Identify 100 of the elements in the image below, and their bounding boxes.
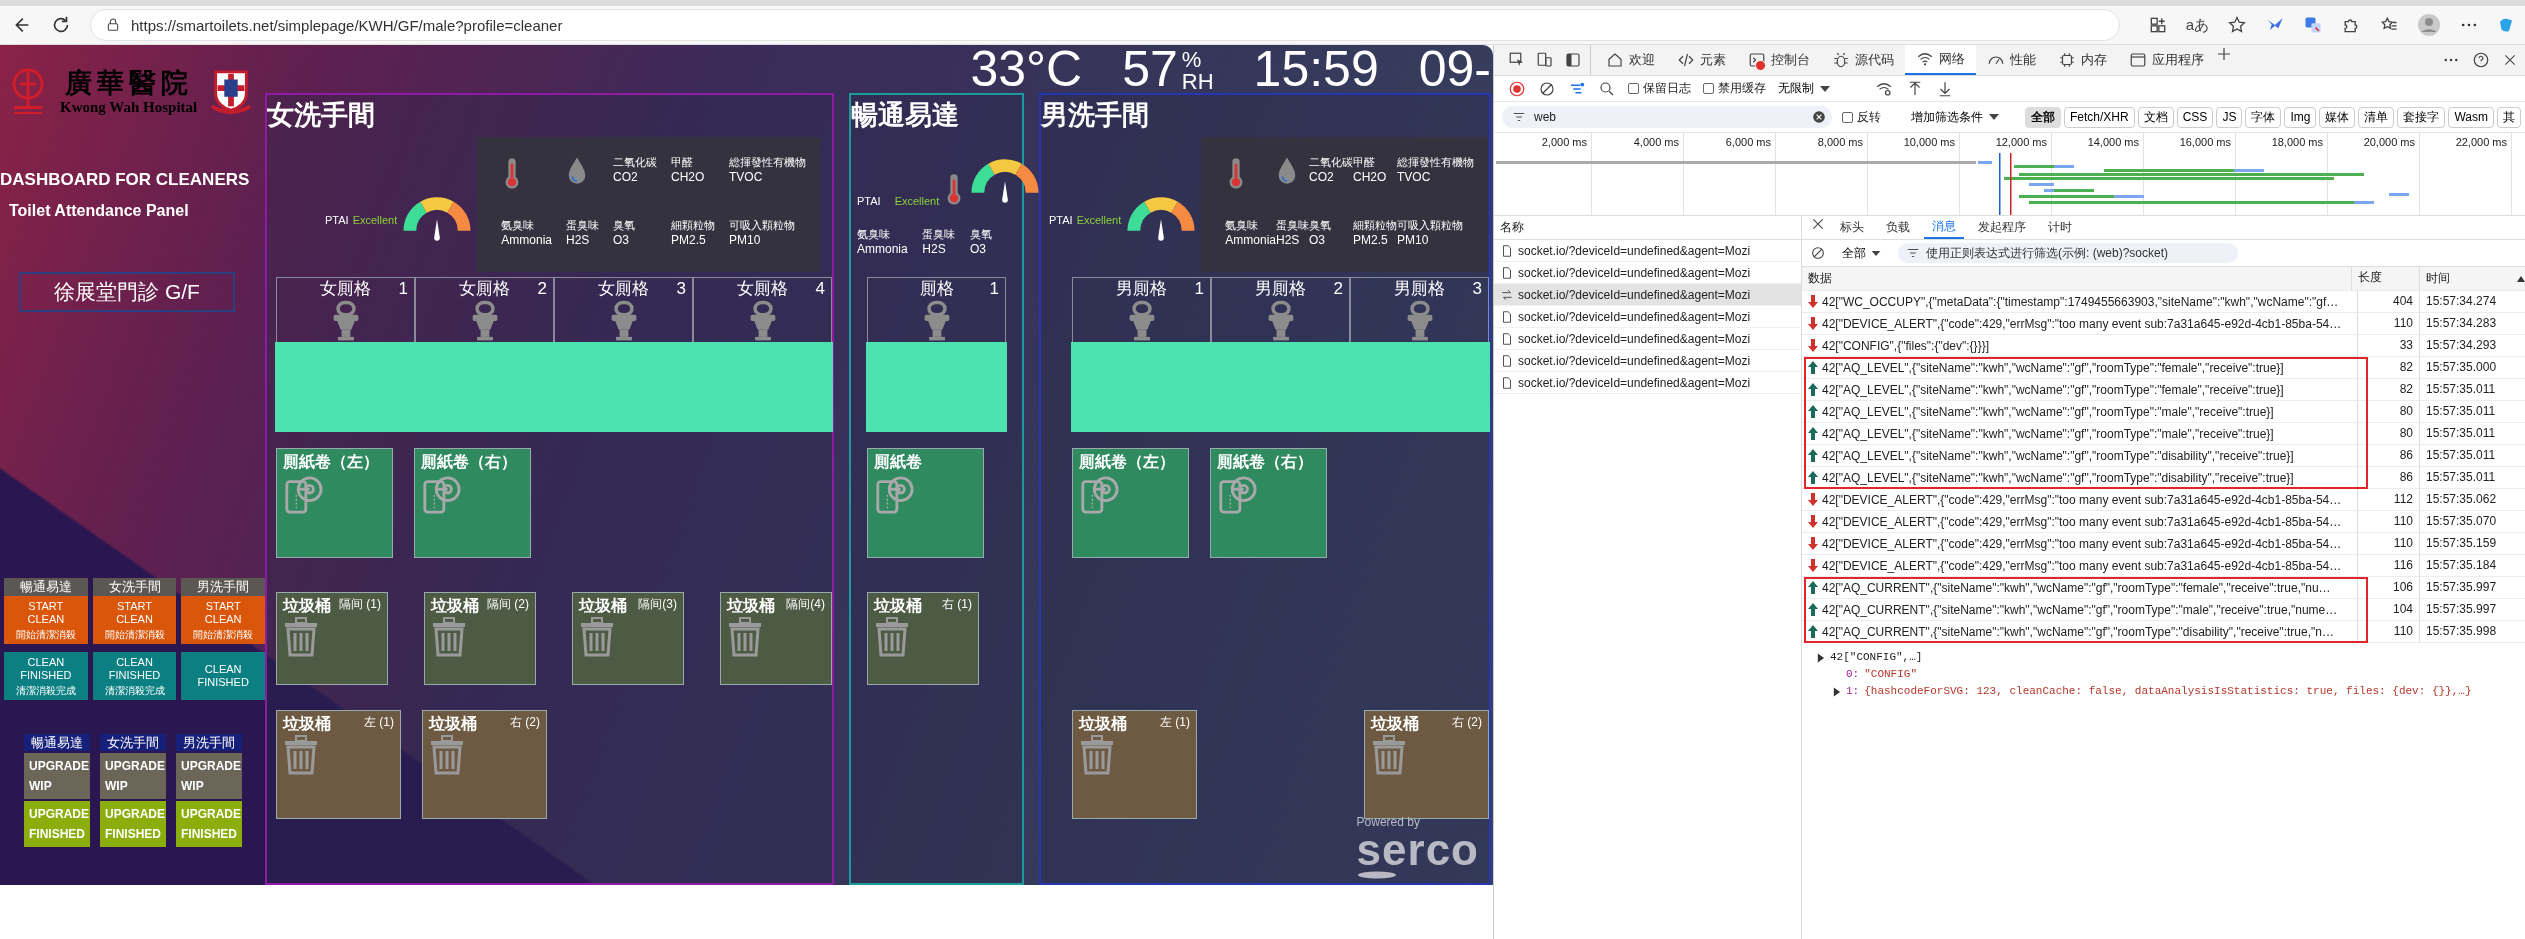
toilet-paper-icon [1079,473,1119,515]
message-length: 110 [2393,624,2413,638]
area-label: 男洗手間 [176,734,242,751]
start-clean-button[interactable]: START CLEAN 開始清潔消殺 [181,596,265,644]
detail-tab[interactable]: 计时 [2040,216,2080,239]
start-clean-button[interactable]: START CLEAN 開始清潔消殺 [4,596,88,644]
detail-tab[interactable]: 消息 [1924,216,1964,239]
upgrade-wip-button[interactable]: UPGRADE WIP [176,753,242,799]
devtools-tab[interactable]: 控制台 [1737,45,1821,75]
message-length: 110 [2393,536,2413,550]
dashboard-title: DASHBOARD FOR CLEANERS [0,170,251,190]
devtools-tab[interactable]: 应用程序 [2118,45,2215,75]
start-clean-button[interactable]: START CLEAN 開始清潔消殺 [92,596,177,644]
devtools-tab[interactable]: 欢迎 [1595,45,1666,75]
message-filter-field[interactable]: 使用正则表达式进行筛选(示例: (web)?socket) [1898,243,2238,263]
help-icon[interactable] [2472,51,2490,69]
bin-position: 右 (2) [510,714,540,731]
trash-bin-icon [431,617,467,657]
message-length: 33 [2399,338,2413,352]
chip-icon [2058,51,2076,69]
read-aloud-button[interactable]: aあ [2185,15,2209,35]
favorite-star-icon[interactable] [2227,15,2247,35]
message-time: 15:57:35.997 [2426,579,2497,596]
clear-icon[interactable] [1538,79,1556,98]
tile-label: 厠紙卷 [874,452,923,472]
detail-tab[interactable]: 负载 [1878,216,1918,239]
filter-field[interactable]: web [1502,106,1832,128]
up-arrow-icon [1808,603,1818,616]
up-arrow-icon [1808,449,1818,462]
devtools-tab[interactable]: 内存 [2047,45,2118,75]
checkbox[interactable] [1628,83,1639,94]
more-filters-dropdown[interactable]: 增加筛选条件 [1891,108,2001,126]
message-data: 42["AQ_LEVEL",{"siteName":"kwh","wcName":"gf","roomType":"female","receive":true}] [1822,360,2284,375]
message-type-dropdown[interactable]: 全部 [1836,243,1888,263]
message-data: 42["AQ_LEVEL",{"siteName":"kwh","wcName":"gf","roomType":"male","receive":true}] [1822,426,2274,441]
down-arrow-icon [1808,295,1818,308]
powered-by-label: Powered by [1356,815,1421,829]
area-label: 女洗手間 [100,734,166,751]
type-filter-chip[interactable]: 媒体 [2319,106,2356,128]
close-icon[interactable] [1810,216,1826,232]
checkbox[interactable] [1703,83,1714,94]
message-data: 42["AQ_LEVEL",{"siteName":"kwh","wcName":"gf","roomType":"female","receive":true}] [1822,382,2284,397]
search-icon[interactable] [1598,79,1616,98]
type-filter-chip[interactable]: 清单 [2358,106,2395,128]
filter-icon [1512,110,1526,124]
devtools-tab[interactable]: 源代码 [1821,45,1905,75]
trash-bin-icon [1079,735,1115,775]
request-item[interactable]: socket.io/?deviceId=undefined&agent=Mozi [1494,350,1801,372]
type-filter-chip[interactable]: 其 [2496,106,2521,128]
type-filter-chip[interactable]: 字体 [2245,106,2282,128]
upgrade-wip-button[interactable]: UPGRADE WIP [100,753,166,799]
clean-finished-button[interactable]: CLEAN FINISHED 清潔消殺完成 [4,652,88,700]
type-filter-chip[interactable]: 全部 [2025,106,2061,128]
plus-icon[interactable] [2215,45,2233,63]
sensor-label: 蛋臭味 H2S [922,227,956,257]
clear-icon[interactable] [1812,110,1826,124]
type-filter-chip[interactable]: 套接字 [2397,106,2446,128]
sensor-label: 細顆粒物 PM2.5 [670,218,715,249]
device-icon[interactable] [1536,51,1554,69]
avatar-icon[interactable] [2417,13,2441,37]
ptai-label: PTAI [1049,213,1073,226]
temperature-reading: 33°C [970,45,1083,93]
type-filter-chip[interactable]: 文档 [2137,106,2174,128]
request-item[interactable]: socket.io/?deviceId=undefined&agent=Mozi [1494,240,1801,262]
tile-label: 垃圾桶 [579,596,627,616]
record-icon[interactable] [1508,79,1526,98]
address-bar[interactable]: https://smartoilets.net/simplepage/KWH/GF/male?profile=cleaner [90,9,2120,41]
type-filter-chip[interactable]: Img [2284,106,2317,128]
type-filter-chip[interactable]: CSS [2176,106,2214,128]
sidebar-icon[interactable] [1564,51,1582,69]
tile-label: 垃圾桶 [429,714,477,734]
expand-triangle-icon[interactable] [1816,651,1825,664]
devtools-tab[interactable]: 元素 [1666,45,1737,75]
upgrade-wip-button[interactable]: UPGRADE WIP [24,753,90,799]
document-icon [1500,265,1514,280]
type-filter-chip[interactable]: JS [2216,106,2243,128]
detail-tab[interactable]: 标头 [1832,216,1872,239]
detail-tab[interactable]: 发起程序 [1970,216,2034,239]
devtools-tab[interactable]: 网络 [1905,45,1976,75]
request-item[interactable]: socket.io/?deviceId=undefined&agent=Mozi [1494,284,1801,306]
tile-label: 厠紙卷（右） [1217,452,1314,472]
message-length: 86 [2399,448,2413,462]
sensor-label: 臭氧 O3 [970,227,992,257]
clear-icon[interactable] [1810,245,1826,261]
request-item[interactable]: socket.io/?deviceId=undefined&agent=Mozi [1494,306,1801,328]
clean-finished-button[interactable]: CLEAN FINISHED 清潔消殺完成 [92,652,177,700]
expand-triangle-icon[interactable] [1832,685,1841,698]
type-filter-chip[interactable]: Wasm [2448,106,2494,128]
ptai-label: PTAI [857,195,881,207]
message-length: 110 [2393,316,2413,330]
clean-finished-button[interactable]: CLEAN FINISHED [181,652,265,700]
type-filter-chip[interactable]: Fetch/XHR [2064,106,2135,128]
devtools-tab[interactable]: 性能 [1976,45,2047,75]
bin-position: 隔间(4) [786,596,825,613]
request-item[interactable]: socket.io/?deviceId=undefined&agent=Mozi [1494,328,1801,350]
close-icon[interactable] [2502,52,2518,68]
throttling-dropdown[interactable]: 无限制 [1778,80,1862,97]
checkbox[interactable] [1842,111,1853,123]
stall-number: 1 [398,278,408,300]
request-item[interactable]: socket.io/?deviceId=undefined&agent=Mozi [1494,372,1801,394]
